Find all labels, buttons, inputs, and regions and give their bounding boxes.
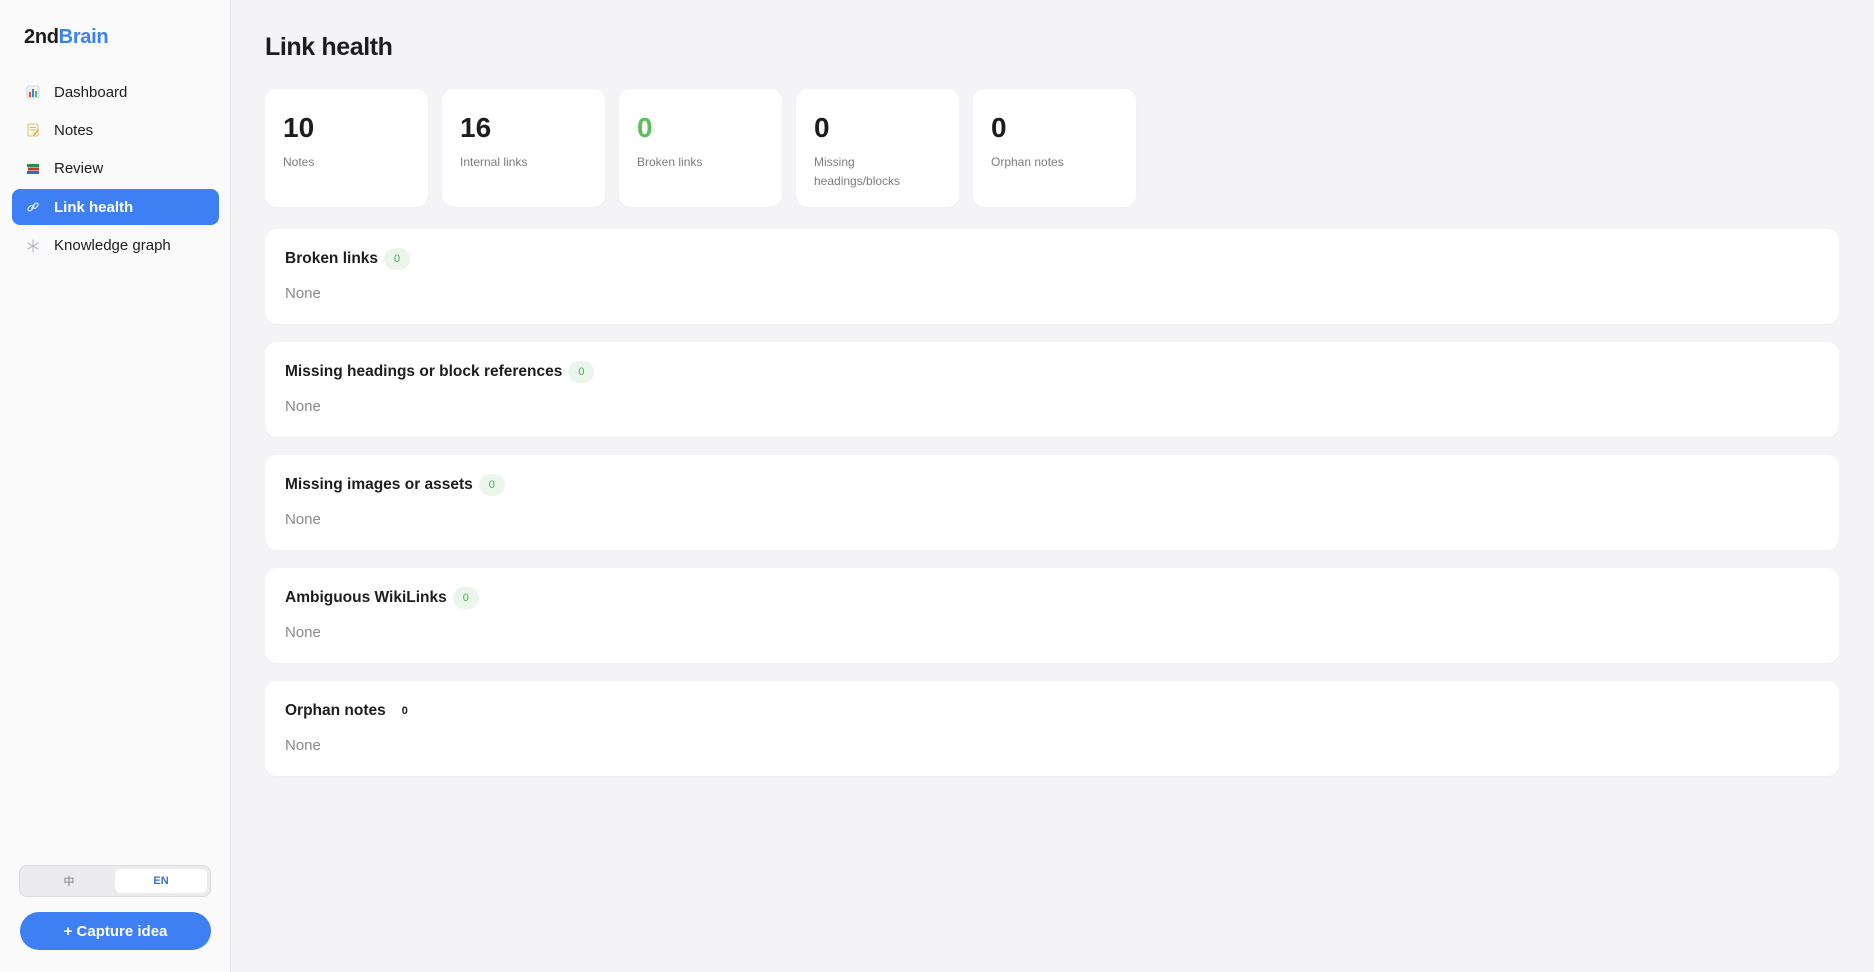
section-title: Ambiguous WikiLinks — [285, 589, 447, 606]
stat-card-missing-headings: 0 Missing headings/blocks — [796, 89, 959, 207]
capture-idea-button[interactable]: + Capture idea — [20, 912, 211, 950]
stat-card-notes: 10 Notes — [265, 89, 428, 207]
count-badge: 0 — [478, 474, 505, 496]
stat-card-orphan-notes: 0 Orphan notes — [973, 89, 1136, 207]
section-empty-text: None — [285, 737, 321, 754]
sidebar-nav: Dashboard Notes Review Link health Knowl… — [12, 74, 219, 266]
memo-icon — [26, 123, 40, 137]
stats-row: 10 Notes 16 Internal links 0 Broken link… — [265, 89, 1136, 207]
stat-card-internal-links: 16 Internal links — [442, 89, 605, 207]
stat-label: Orphan notes — [991, 155, 1064, 169]
app: 2ndBrain Dashboard Notes Review Link hea… — [0, 0, 1874, 972]
sidebar-item-notes[interactable]: Notes — [12, 112, 219, 148]
section-title: Missing headings or block references — [285, 363, 563, 380]
section-ambiguous-wikilinks: Ambiguous WikiLinks 0 None — [265, 568, 1839, 663]
sidebar: 2ndBrain Dashboard Notes Review Link hea… — [0, 0, 231, 972]
stat-value: 10 — [283, 112, 315, 143]
language-toggle: 中 EN — [19, 865, 211, 897]
snowflake-icon — [26, 239, 40, 253]
section-missing-images: Missing images or assets 0 None — [265, 455, 1839, 550]
sidebar-item-label: Review — [54, 160, 104, 178]
page-title: Link health — [265, 33, 393, 61]
section-empty-text: None — [285, 398, 321, 415]
books-icon — [26, 162, 40, 176]
stat-label: Notes — [283, 155, 315, 169]
stat-value: 0 — [814, 112, 830, 143]
stat-value: 16 — [460, 112, 492, 143]
sidebar-item-dashboard[interactable]: Dashboard — [12, 74, 219, 110]
section-empty-text: None — [285, 624, 321, 641]
sidebar-item-review[interactable]: Review — [12, 151, 219, 187]
main-content: Link health 10 Notes 16 Internal links 0… — [231, 0, 1874, 972]
link-icon — [26, 200, 40, 214]
count-badge: 0 — [384, 248, 411, 270]
section-title: Missing images or assets — [285, 476, 473, 493]
stat-label: Internal links — [460, 155, 528, 169]
sidebar-item-label: Dashboard — [54, 83, 128, 101]
section-header: Missing images or assets 0 — [285, 474, 505, 496]
sidebar-item-label: Knowledge graph — [54, 237, 171, 255]
bar-chart-icon — [26, 85, 40, 99]
section-orphan-notes: Orphan notes 0 None — [265, 681, 1839, 776]
stat-card-broken-links: 0 Broken links — [619, 89, 782, 207]
stat-label: Missing headings/blocks — [814, 155, 901, 188]
section-missing-headings: Missing headings or block references 0 N… — [265, 342, 1839, 437]
lang-zh-button[interactable]: 中 — [23, 869, 115, 893]
section-broken-links: Broken links 0 None — [265, 229, 1839, 324]
section-title: Broken links — [285, 250, 379, 267]
section-empty-text: None — [285, 285, 321, 302]
section-header: Orphan notes 0 — [285, 700, 418, 722]
count-badge: 0 — [401, 705, 408, 717]
app-logo[interactable]: 2ndBrain — [24, 26, 109, 49]
stat-value: 0 — [637, 112, 653, 143]
stat-label: Broken links — [637, 155, 703, 169]
section-empty-text: None — [285, 511, 321, 528]
sidebar-item-label: Link health — [54, 198, 134, 216]
sidebar-item-link-health[interactable]: Link health — [12, 189, 219, 226]
section-header: Broken links 0 — [285, 248, 411, 270]
logo-text-2nd: 2nd — [24, 26, 59, 48]
sidebar-item-knowledge-graph[interactable]: Knowledge graph — [12, 228, 219, 264]
stat-value: 0 — [991, 112, 1007, 143]
section-header: Ambiguous WikiLinks 0 — [285, 587, 479, 609]
lang-en-button[interactable]: EN — [115, 869, 207, 893]
count-badge: 0 — [568, 361, 595, 383]
count-badge: 0 — [452, 587, 479, 609]
section-header: Missing headings or block references 0 — [285, 361, 595, 383]
section-title: Orphan notes — [285, 702, 386, 719]
logo-text-brain: Brain — [58, 26, 109, 48]
sidebar-item-label: Notes — [54, 121, 94, 139]
